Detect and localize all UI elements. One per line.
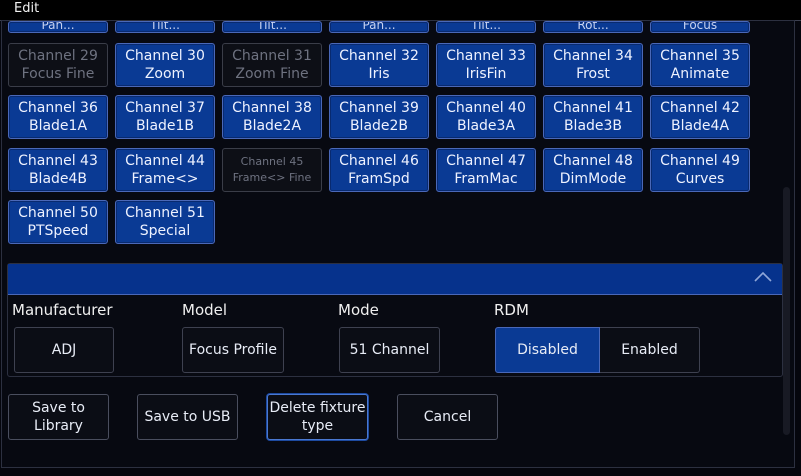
rdm-label: RDM — [494, 301, 529, 319]
channel-button[interactable]: Channel 42 Blade4A — [650, 95, 750, 139]
channel-function: Zoom — [144, 66, 186, 82]
title-bar: Edit — [0, 0, 801, 21]
channel-button[interactable]: Channel 40 Blade3A — [436, 95, 536, 139]
channel-button[interactable]: Channel 37 Blade1B — [115, 95, 215, 139]
properties-header[interactable] — [8, 264, 782, 295]
fixture-properties: Manufacturer Model Mode RDM ADJ Focus Pr… — [7, 263, 783, 377]
channel-number: Channel 37 — [125, 100, 205, 116]
channel-number: Channel 39 — [339, 100, 419, 116]
channel-number: Channel 30 — [125, 48, 205, 64]
channel-button[interactable]: Channel 49 Curves — [650, 148, 750, 192]
channel-button[interactable]: Channel 39 Blade2B — [329, 95, 429, 139]
channel-function: FramMac — [454, 171, 518, 187]
channel-button[interactable]: Channel 30 Zoom — [115, 43, 215, 87]
channel-function: Focus Fine — [21, 66, 95, 82]
manufacturer-label: Manufacturer — [12, 301, 113, 319]
channel-number: Channel 51 — [125, 205, 205, 221]
channel-number: Channel 36 — [18, 100, 98, 116]
channel-button[interactable]: Channel 46 FramSpd — [329, 148, 429, 192]
channel-button[interactable]: Channel 48 DimMode — [543, 148, 643, 192]
channel-button[interactable]: Channel 29 Focus Fine — [8, 43, 108, 87]
edit-panel: Pan... Tilt... Tilt... Pan... Tilt... Rot... F… — [1, 20, 795, 468]
channel-button-partial[interactable]: Pan... — [8, 21, 108, 33]
channel-button-partial[interactable]: Tilt... — [436, 21, 536, 33]
channel-button[interactable]: Channel 43 Blade4B — [8, 148, 108, 192]
mode-label: Mode — [338, 301, 379, 319]
channel-button[interactable]: Channel 36 Blade1A — [8, 95, 108, 139]
channel-number: Channel 46 — [339, 153, 419, 169]
channel-function: Blade3A — [456, 118, 516, 134]
vertical-scrollbar[interactable] — [783, 187, 790, 435]
channel-button-partial[interactable]: Rot... — [543, 21, 643, 33]
channel-function: Animate — [670, 66, 730, 82]
channel-function: Blade1B — [135, 118, 195, 134]
channel-number: Channel 44 — [125, 153, 205, 169]
channel-number: Channel 48 — [553, 153, 633, 169]
channel-number: Channel 43 — [18, 153, 98, 169]
channel-number: Channel 33 — [446, 48, 526, 64]
channel-function: Zoom Fine — [235, 66, 309, 82]
chevron-up-icon[interactable] — [752, 268, 774, 286]
channel-function: Special — [139, 223, 191, 239]
save-to-usb-button[interactable]: Save to USB — [137, 394, 238, 440]
channel-function: Blade1A — [28, 118, 88, 134]
channel-button[interactable]: Channel 44 Frame<> — [115, 148, 215, 192]
channel-function: PTSpeed — [27, 223, 89, 239]
channel-function: FramSpd — [348, 171, 410, 187]
channel-function: Frame<> Fine — [232, 171, 312, 184]
channel-button[interactable]: Channel 47 FramMac — [436, 148, 536, 192]
channel-function: DimMode — [559, 171, 627, 187]
channel-number: Channel 32 — [339, 48, 419, 64]
cancel-button[interactable]: Cancel — [397, 394, 498, 440]
channel-number: Channel 29 — [18, 48, 98, 64]
channel-function: Blade4A — [670, 118, 730, 134]
channel-button[interactable]: Channel 35 Animate — [650, 43, 750, 87]
channel-button-partial[interactable]: Pan... — [329, 21, 429, 33]
channel-button[interactable]: Channel 34 Frost — [543, 43, 643, 87]
channel-button-partial[interactable]: Tilt... — [222, 21, 322, 33]
channel-number: Channel 34 — [553, 48, 633, 64]
channel-number: Channel 38 — [232, 100, 312, 116]
channel-grid: Pan... Tilt... Tilt... Pan... Tilt... Rot... F… — [2, 21, 794, 271]
channel-button-partial[interactable]: Tilt... — [115, 21, 215, 33]
channel-button[interactable]: Channel 51 Special — [115, 200, 215, 244]
window-title: Edit — [14, 1, 40, 16]
channel-button[interactable]: Channel 50 PTSpeed — [8, 200, 108, 244]
channel-function: IrisFin — [465, 66, 507, 82]
model-button[interactable]: Focus Profile — [182, 327, 284, 373]
channel-number: Channel 41 — [553, 100, 633, 116]
channel-button-partial[interactable]: Focus — [650, 21, 750, 33]
channel-number: Channel 40 — [446, 100, 526, 116]
save-to-library-button[interactable]: Save to Library — [8, 394, 109, 440]
rdm-disabled-option[interactable]: Disabled — [495, 327, 600, 373]
mode-button[interactable]: 51 Channel — [339, 327, 440, 373]
channel-button[interactable]: Channel 31 Zoom Fine — [222, 43, 322, 87]
model-label: Model — [182, 301, 228, 319]
channel-function: Blade3B — [563, 118, 623, 134]
delete-fixture-type-button[interactable]: Delete fixture type — [267, 394, 368, 440]
channel-number: Channel 49 — [660, 153, 740, 169]
manufacturer-button[interactable]: ADJ — [14, 327, 114, 373]
channel-function: Blade2B — [349, 118, 409, 134]
channel-number: Channel 35 — [660, 48, 740, 64]
channel-button[interactable]: Channel 33 IrisFin — [436, 43, 536, 87]
channel-button[interactable]: Channel 38 Blade2A — [222, 95, 322, 139]
channel-function: Iris — [368, 66, 390, 82]
channel-function: Frost — [576, 66, 610, 82]
rdm-enabled-option[interactable]: Enabled — [600, 327, 700, 373]
channel-number: Channel 31 — [232, 48, 312, 64]
channel-function: Frame<> — [131, 171, 199, 187]
channel-number: Channel 47 — [446, 153, 526, 169]
channel-button[interactable]: Channel 45 Frame<> Fine — [222, 148, 322, 192]
channel-button[interactable]: Channel 32 Iris — [329, 43, 429, 87]
channel-function: Blade4B — [28, 171, 88, 187]
channel-function: Blade2A — [242, 118, 302, 134]
channel-button[interactable]: Channel 41 Blade3B — [543, 95, 643, 139]
channel-function: Curves — [675, 171, 725, 187]
channel-number: Channel 45 — [240, 155, 304, 168]
channel-number: Channel 42 — [660, 100, 740, 116]
channel-number: Channel 50 — [18, 205, 98, 221]
